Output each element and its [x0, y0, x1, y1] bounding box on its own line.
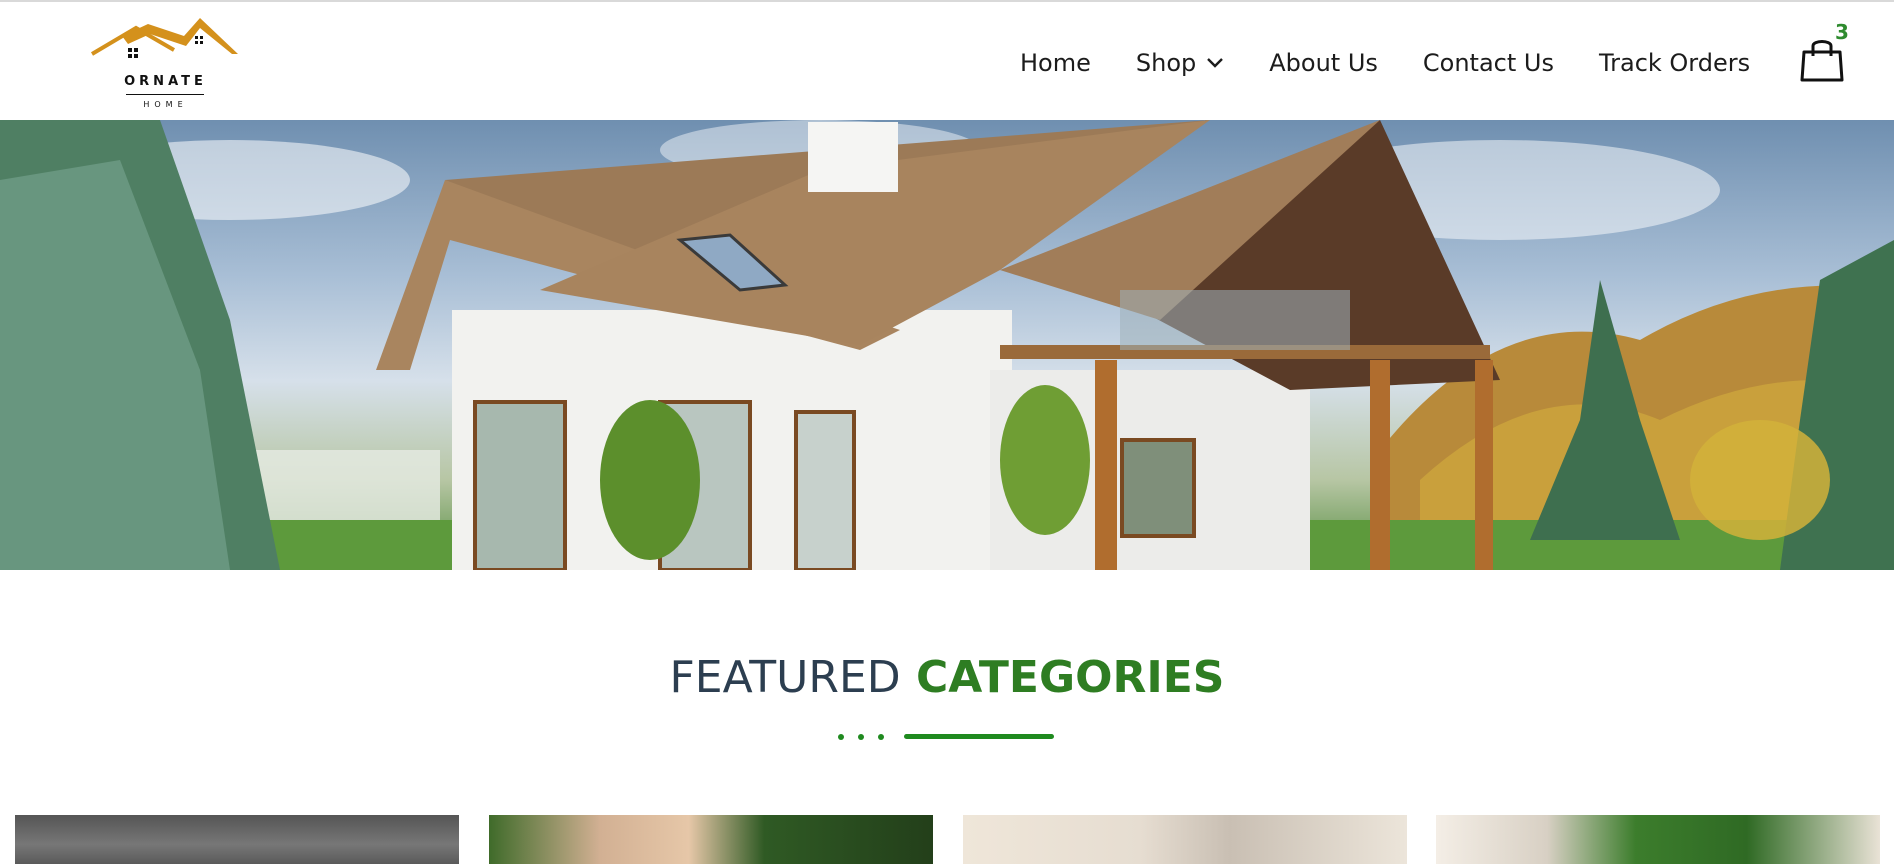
- heading-divider: [838, 732, 1058, 742]
- heading-light-text: FEATURED: [669, 652, 901, 703]
- chevron-down-icon: [1207, 58, 1224, 68]
- nav-contact-us-label: Contact Us: [1422, 49, 1554, 77]
- nav-home[interactable]: Home: [1020, 49, 1091, 77]
- divider-dot: [878, 734, 884, 740]
- nav-track-orders[interactable]: Track Orders: [1599, 49, 1750, 77]
- brand-tagline: HOME: [143, 100, 188, 109]
- category-card[interactable]: [963, 815, 1407, 864]
- divider-bar: [904, 734, 1054, 739]
- house-roof-logo-icon: [90, 18, 238, 58]
- logo-divider: [126, 94, 204, 95]
- category-card[interactable]: [489, 815, 933, 864]
- divider-dot: [838, 734, 844, 740]
- hero-house-image: [0, 120, 1894, 570]
- main-nav: Home Shop About Us Contact Us Track Orde…: [1020, 48, 1750, 78]
- nav-about-us-label: About Us: [1269, 49, 1378, 77]
- nav-contact-us[interactable]: Contact Us: [1423, 49, 1554, 77]
- nav-home-label: Home: [1020, 49, 1091, 77]
- nav-track-orders-label: Track Orders: [1598, 49, 1751, 77]
- nav-about-us[interactable]: About Us: [1269, 49, 1378, 77]
- cart-count-badge: 3: [1835, 20, 1849, 44]
- brand-logo[interactable]: ORNATE HOME: [88, 14, 243, 109]
- featured-categories-heading: FEATURED CATEGORIES: [0, 652, 1894, 703]
- brand-name: ORNATE: [124, 74, 207, 89]
- category-card[interactable]: [1436, 815, 1880, 864]
- nav-shop-label: Shop: [1135, 49, 1197, 77]
- site-header: ORNATE HOME Home Shop About Us Contact U…: [0, 2, 1894, 120]
- nav-shop[interactable]: Shop: [1136, 49, 1224, 77]
- category-card[interactable]: [15, 815, 459, 864]
- divider-dot: [858, 734, 864, 740]
- hero-banner: [0, 120, 1894, 570]
- heading-bold-text: CATEGORIES: [915, 652, 1225, 703]
